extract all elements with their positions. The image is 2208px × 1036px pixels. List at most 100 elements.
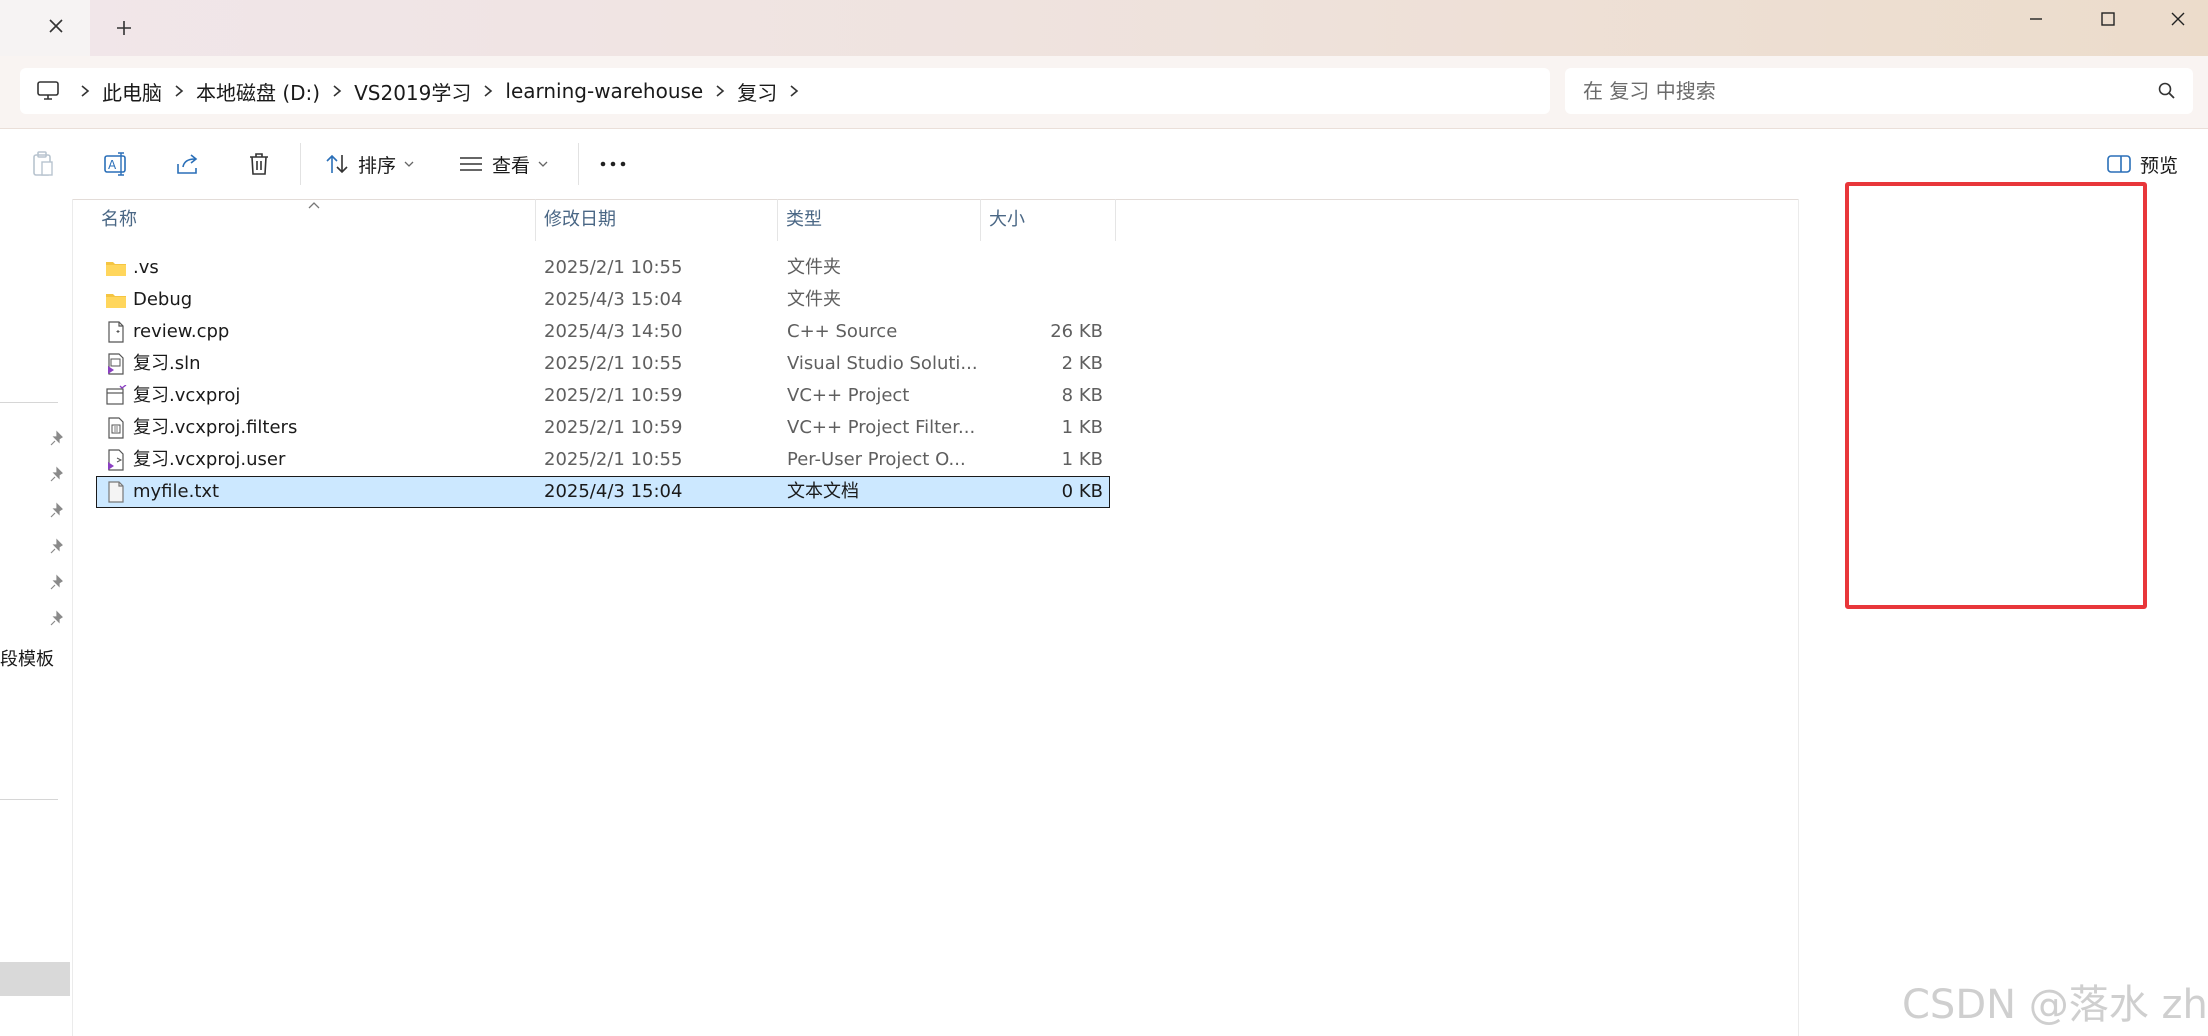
nav-item-templates[interactable]: 段模板 (0, 645, 54, 671)
search-box[interactable]: 在 复习 中搜索 (1565, 68, 2193, 114)
file-type: Per-User Project O... (787, 449, 966, 470)
file-name[interactable]: 复习.sln (133, 349, 201, 379)
toolbar-divider (578, 143, 579, 185)
chevron-right-icon[interactable] (471, 84, 505, 98)
breadcrumb-vs2019[interactable]: VS2019学习 (354, 77, 471, 106)
nav-divider (0, 799, 58, 800)
share-icon (177, 154, 198, 174)
file-name[interactable]: review.cpp (133, 317, 229, 347)
pin-icon[interactable] (48, 574, 66, 592)
chevron-right-icon[interactable] (162, 84, 196, 98)
file-type: 文本文档 (787, 481, 859, 502)
chevron-right-icon[interactable] (320, 84, 354, 98)
share-button[interactable] (174, 146, 202, 182)
search-icon[interactable] (2157, 81, 2177, 101)
toolbar-divider (300, 143, 301, 185)
file-name[interactable]: myfile.txt (133, 477, 219, 507)
new-tab-button[interactable] (112, 16, 136, 40)
close-window-button[interactable] (2158, 4, 2198, 34)
file-date: 2025/2/1 10:59 (544, 385, 683, 406)
watermark: CSDN @落水 zh (1902, 982, 2208, 1028)
file-name[interactable]: 复习.vcxproj (133, 381, 240, 411)
column-divider[interactable] (1115, 199, 1116, 241)
preview-label: 预览 (2140, 154, 2179, 177)
file-row[interactable]: .vs 2025/2/1 10:55 文件夹 (97, 253, 1109, 283)
file-date: 2025/2/1 10:55 (544, 353, 683, 374)
pin-icon[interactable] (48, 430, 66, 448)
file-row[interactable]: 复习.vcxproj.filters 2025/2/1 10:59 VC++ Pro… (97, 413, 1109, 443)
minimize-button[interactable] (2016, 4, 2056, 34)
sln-file-icon (105, 353, 127, 375)
folder-icon (105, 289, 127, 311)
column-header-size[interactable]: 大小 (989, 199, 1025, 241)
address-bar[interactable]: 此电脑 本地磁盘 (D:) VS2019学习 learning-warehous… (20, 68, 1550, 114)
txt-file-icon (105, 481, 127, 503)
more-options-button[interactable] (598, 146, 628, 182)
annotation-highlight-box (1845, 182, 2147, 609)
file-type: 文件夹 (787, 289, 841, 310)
sort-icon (326, 154, 348, 174)
browser-tab[interactable] (0, 0, 90, 56)
column-divider[interactable] (535, 199, 536, 241)
trash-icon (250, 153, 268, 175)
paste-button[interactable] (30, 146, 56, 182)
breadcrumb-local-disk[interactable]: 本地磁盘 (D:) (196, 77, 320, 106)
view-label: 查看 (492, 154, 531, 177)
rename-icon: A (104, 152, 126, 176)
file-row[interactable]: review.cpp 2025/4/3 14:50 C++ Source 26 KB (97, 317, 1109, 347)
chevron-right-icon[interactable] (777, 84, 811, 98)
filters-file-icon (105, 417, 127, 439)
column-divider[interactable] (777, 199, 778, 241)
view-list-icon (460, 157, 482, 171)
column-divider[interactable] (980, 199, 981, 241)
navigation-pane: 段模板 (0, 199, 73, 1036)
file-type: 文件夹 (787, 257, 841, 278)
file-date: 2025/2/1 10:59 (544, 417, 683, 438)
column-header-name[interactable]: 名称 (101, 199, 137, 241)
paste-icon (33, 151, 53, 176)
close-tab-icon[interactable] (44, 14, 68, 38)
view-button[interactable]: 查看 (458, 146, 550, 182)
file-name[interactable]: 复习.vcxproj.filters (133, 413, 297, 443)
file-size: 8 KB (1061, 385, 1103, 406)
chevron-right-icon[interactable] (68, 84, 102, 98)
search-input[interactable]: 在 复习 中搜索 (1583, 68, 1716, 114)
file-type: C++ Source (787, 321, 898, 342)
file-date: 2025/4/3 14:50 (544, 321, 683, 342)
file-name[interactable]: .vs (133, 253, 159, 283)
this-pc-icon[interactable] (36, 80, 68, 102)
folder-icon (105, 257, 127, 279)
user-file-icon (105, 449, 127, 471)
file-row[interactable]: 复习.vcxproj 2025/2/1 10:59 VC++ Project 8 KB (97, 381, 1109, 411)
file-type: VC++ Project (787, 385, 910, 406)
file-row[interactable]: 复习.vcxproj.user 2025/2/1 10:55 Per-User Pr… (97, 445, 1109, 475)
breadcrumb-current-folder[interactable]: 复习 (737, 77, 777, 106)
file-row[interactable]: 复习.sln 2025/2/1 10:55 Visual Studio Soluti… (97, 349, 1109, 379)
file-size: 1 KB (1061, 417, 1103, 438)
sort-ascending-icon (307, 195, 321, 209)
sort-label: 排序 (358, 154, 397, 177)
nav-divider (0, 402, 58, 403)
delete-button[interactable] (246, 146, 272, 182)
file-name[interactable]: 复习.vcxproj.user (133, 445, 285, 475)
column-header-date[interactable]: 修改日期 (544, 199, 616, 241)
sort-button[interactable]: 排序 (324, 146, 416, 182)
file-size: 2 KB (1061, 353, 1103, 374)
file-row[interactable]: Debug 2025/4/3 15:04 文件夹 (97, 285, 1109, 315)
pin-icon[interactable] (48, 538, 66, 556)
file-date: 2025/2/1 10:55 (544, 257, 683, 278)
rename-button[interactable]: A (102, 146, 130, 182)
preview-pane-button[interactable]: 预览 (2106, 146, 2178, 182)
pin-icon[interactable] (48, 502, 66, 520)
file-name[interactable]: Debug (133, 285, 192, 315)
chevron-down-icon (404, 161, 414, 167)
pin-icon[interactable] (48, 610, 66, 628)
breadcrumb-learning-warehouse[interactable]: learning-warehouse (505, 79, 703, 103)
column-header-type[interactable]: 类型 (786, 199, 822, 241)
pin-icon[interactable] (48, 466, 66, 484)
chevron-right-icon[interactable] (703, 84, 737, 98)
file-row[interactable]: myfile.txt 2025/4/3 15:04 文本文档 0 KB (96, 476, 1110, 508)
maximize-button[interactable] (2088, 4, 2128, 34)
breadcrumb-this-pc[interactable]: 此电脑 (102, 77, 162, 106)
nav-item-selected[interactable] (0, 962, 70, 996)
